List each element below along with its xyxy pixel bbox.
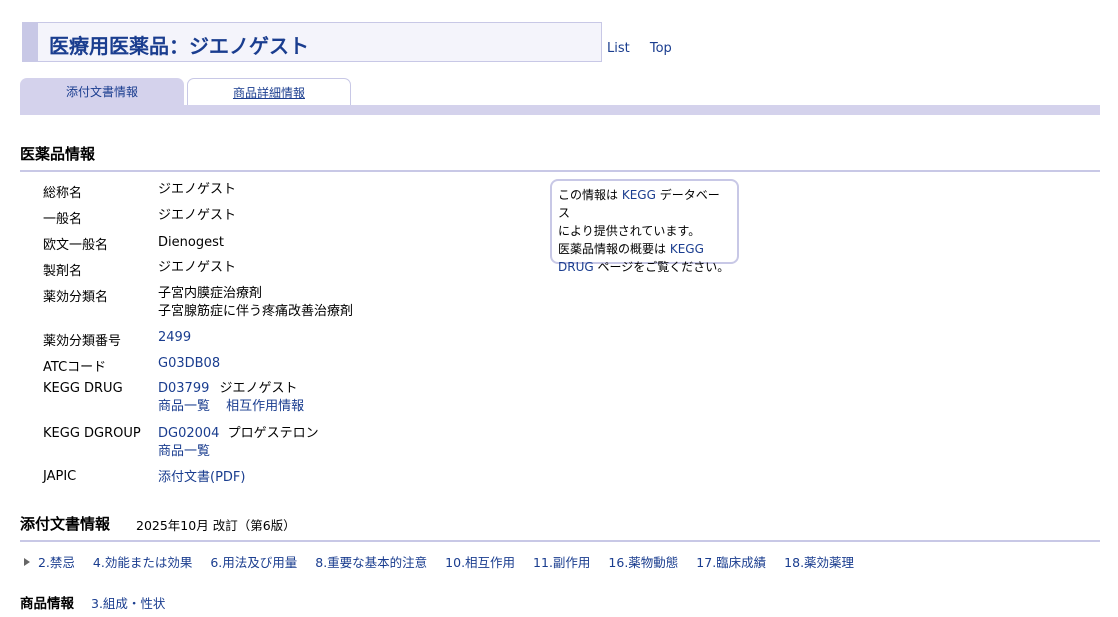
info-text: この情報は — [558, 188, 622, 202]
tab-bar — [20, 105, 1100, 115]
atc-code-link[interactable]: G03DB08 — [158, 355, 220, 373]
row-value: Dienogest — [158, 235, 224, 250]
row-value: D03799 ジエノゲスト 商品一覧 相互作用情報 — [158, 380, 304, 416]
tab-product-detail-label: 商品詳細情報 — [232, 86, 305, 100]
title-accent — [23, 23, 38, 61]
package-insert-heading: 添付文書情報 — [20, 515, 111, 533]
list-link[interactable]: List — [607, 41, 630, 56]
kegg-drug-page-link-2[interactable]: DRUG — [558, 260, 594, 274]
japic-pdf-link[interactable]: 添付文書(PDF) — [158, 469, 245, 487]
value-line: 子宮内膜症治療剤 — [158, 286, 263, 301]
row-value: ジエノゲスト — [158, 260, 237, 275]
row-label: 一般名 — [43, 212, 83, 227]
row-label: 総称名 — [43, 186, 83, 201]
row-label: KEGG DGROUP — [43, 426, 141, 441]
drug-info-heading: 医薬品情報 — [20, 145, 96, 163]
nav-item[interactable]: 16.薬物動態 — [608, 555, 678, 570]
top-links: List Top — [607, 41, 688, 56]
revision-info: 2025年10月 改訂（第6版） — [136, 518, 296, 533]
kegg-dgroup-link[interactable]: DG02004 — [158, 426, 219, 441]
tab-package-insert-label: 添付文書情報 — [65, 85, 138, 99]
top-link[interactable]: Top — [650, 41, 672, 56]
nav-item[interactable]: 11.副作用 — [533, 555, 590, 570]
interaction-link[interactable]: 相互作用情報 — [226, 399, 304, 414]
nav-item[interactable]: 6.用法及び用量 — [210, 555, 297, 570]
row-value: ジエノゲスト — [158, 208, 237, 223]
kegg-dgroup-name: プロゲステロン — [227, 426, 319, 441]
section-nav: 2.禁忌 4.効能または効果 6.用法及び用量 8.重要な基本的注意 10.相互… — [24, 552, 868, 571]
info-text: により提供されています。 — [558, 224, 701, 238]
tab-product-detail[interactable]: 商品詳細情報 — [187, 78, 351, 106]
product-list-link[interactable]: 商品一覧 — [158, 399, 210, 414]
row-label: JAPIC — [43, 469, 77, 484]
nav-item[interactable]: 18.薬効薬理 — [784, 555, 854, 570]
row-label: 薬効分類番号 — [43, 334, 122, 349]
nav-item[interactable]: 10.相互作用 — [445, 555, 515, 570]
nav-item[interactable]: 8.重要な基本的注意 — [315, 555, 427, 570]
row-value: DG02004 プロゲステロン 商品一覧 — [158, 425, 319, 461]
row-label: KEGG DRUG — [43, 381, 123, 396]
kegg-drug-name: ジエノゲスト — [219, 381, 298, 396]
row-value: ジエノゲスト — [158, 182, 237, 197]
kegg-info-box: この情報は KEGG データベース により提供されています。 医薬品情報の概要は… — [550, 179, 739, 274]
class-number-link[interactable]: 2499 — [158, 329, 191, 347]
row-label: 製剤名 — [43, 264, 83, 279]
row-label: ATCコード — [43, 360, 107, 375]
info-text: 医薬品情報の概要は — [558, 242, 670, 256]
row-label: 欧文一般名 — [43, 238, 109, 253]
title-box: 医療用医薬品：ジエノゲスト — [22, 22, 602, 62]
package-insert-rule — [20, 540, 1100, 542]
row-label: 薬効分類名 — [43, 290, 109, 305]
nav-item[interactable]: 2.禁忌 — [38, 555, 75, 570]
composition-link[interactable]: 3.組成・性状 — [91, 593, 165, 612]
kegg-drug-page-link[interactable]: KEGG — [670, 242, 704, 256]
product-info-heading: 商品情報 — [20, 596, 74, 612]
value-line: 子宮腺筋症に伴う疼痛改善治療剤 — [158, 304, 354, 319]
info-text: ページをご覧ください。 — [593, 260, 730, 274]
nav-item[interactable]: 17.臨床成績 — [696, 555, 766, 570]
nav-item[interactable]: 4.効能または効果 — [93, 555, 192, 570]
kegg-link[interactable]: KEGG — [622, 188, 656, 202]
tab-package-insert[interactable]: 添付文書情報 — [20, 78, 184, 106]
kegg-drug-link[interactable]: D03799 — [158, 381, 209, 396]
drug-info-rule — [20, 170, 1100, 172]
page-title: 医療用医薬品：ジエノゲスト — [49, 34, 309, 58]
row-value: 子宮内膜症治療剤 子宮腺筋症に伴う疼痛改善治療剤 — [158, 285, 353, 321]
triangle-right-icon — [24, 558, 30, 566]
dgroup-product-list-link[interactable]: 商品一覧 — [158, 444, 210, 459]
